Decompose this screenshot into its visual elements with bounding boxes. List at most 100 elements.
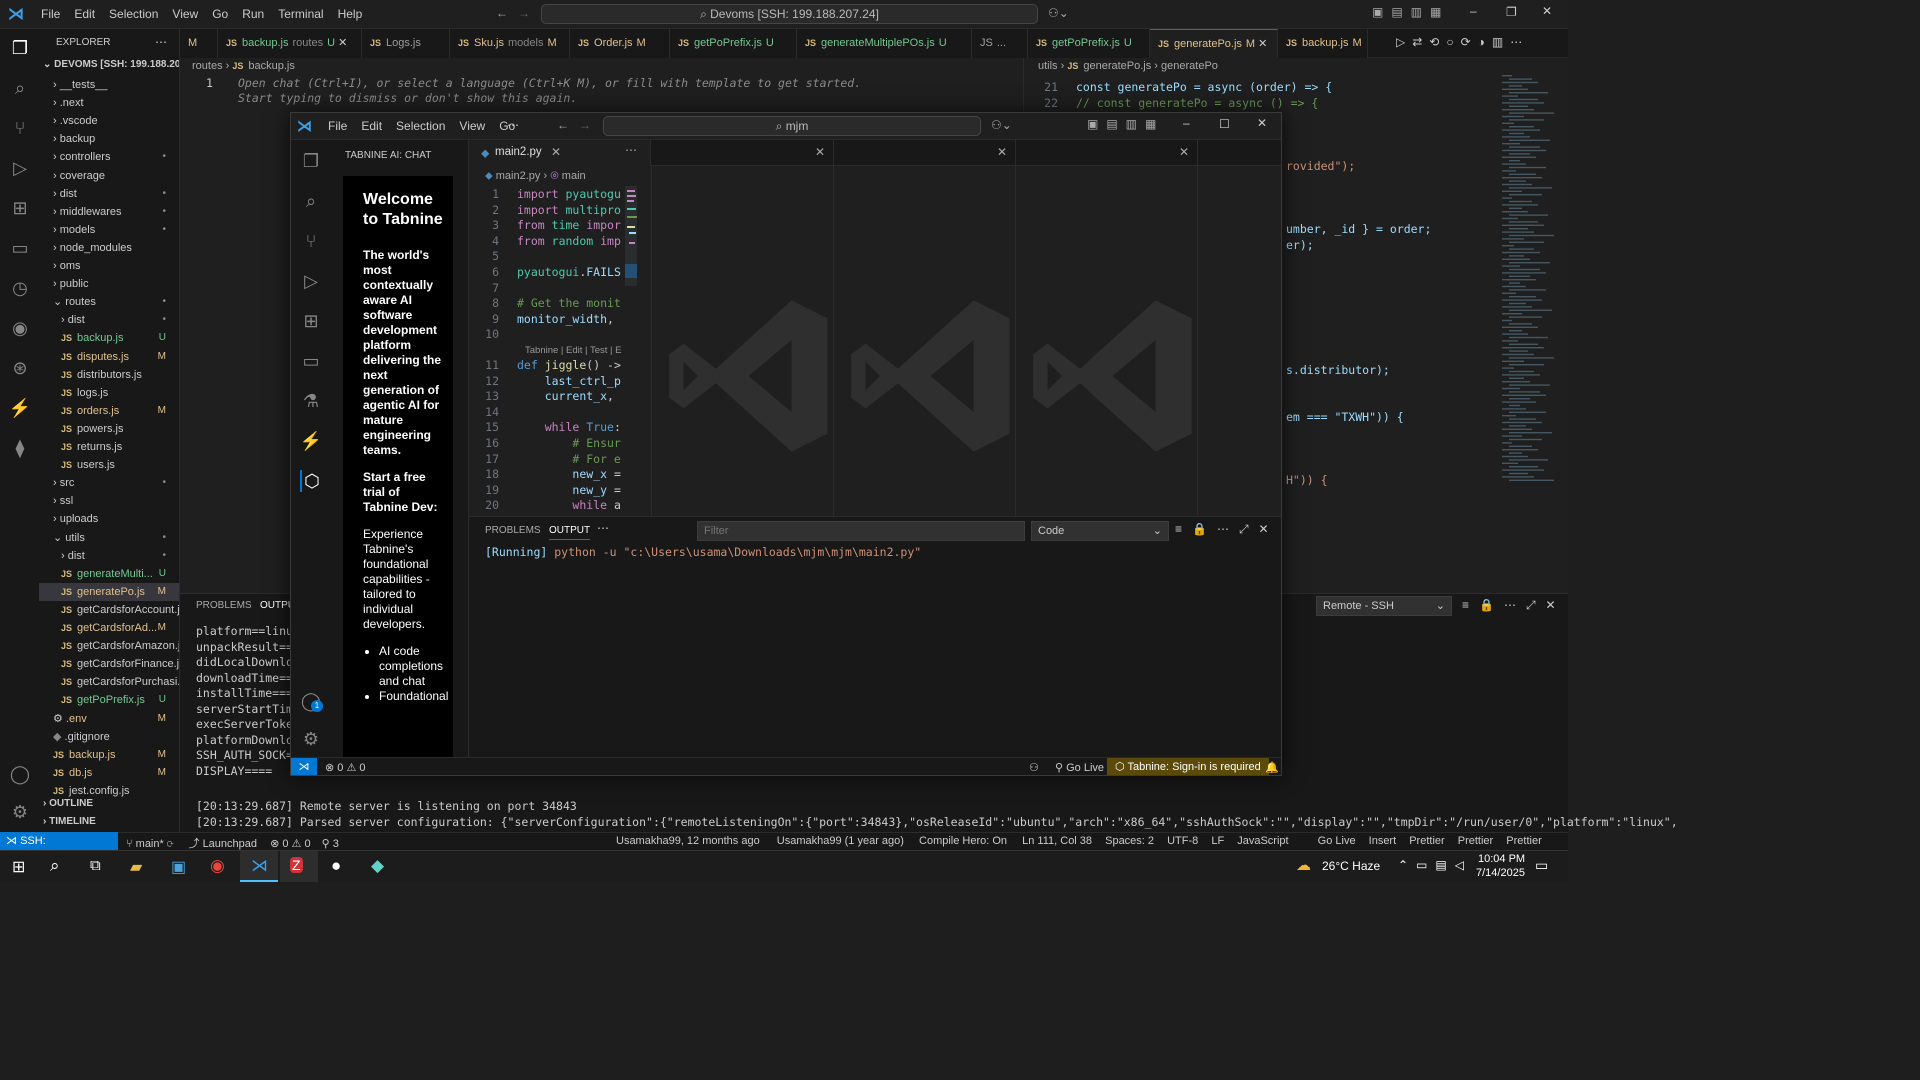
windows-start-icon[interactable]: ⊞ bbox=[12, 857, 25, 877]
language-mode[interactable]: JavaScript bbox=[1237, 835, 1288, 847]
search-icon[interactable]: ⌕ bbox=[300, 190, 322, 212]
settings-gear-icon[interactable]: ⚙ bbox=[300, 728, 322, 750]
output-channel-select[interactable]: Remote - SSH ⌄ bbox=[1316, 596, 1452, 616]
editor-tab[interactable]: JS getPoPrefix.js U bbox=[1028, 29, 1150, 58]
tree-item[interactable]: JS db.js M bbox=[39, 764, 179, 782]
tree-item[interactable]: › src • bbox=[39, 474, 179, 492]
codelens[interactable]: Tabnine | Edit | Test | E bbox=[469, 343, 621, 358]
close-tab-icon[interactable]: ✕ bbox=[335, 37, 347, 49]
command-center[interactable]: ⌕ Devoms [SSH: 199.188.207.24] bbox=[541, 4, 1038, 24]
compile-hero[interactable]: Compile Hero: On bbox=[919, 835, 1007, 847]
store-icon[interactable]: ▣ bbox=[171, 857, 186, 877]
tree-item[interactable]: › dist • bbox=[39, 185, 179, 203]
tree-item[interactable]: JS getCardsforFinance.js bbox=[39, 655, 179, 673]
git-blame[interactable]: Usamakha99, 12 months ago bbox=[616, 835, 760, 847]
editor-tab[interactable]: JS Logs.js bbox=[362, 29, 450, 58]
gitlens-icon[interactable]: ⊛ bbox=[9, 357, 31, 379]
tree-item[interactable]: JS getCardsforAccount.js bbox=[39, 601, 179, 619]
tree-item[interactable]: › __tests__ bbox=[39, 76, 179, 94]
nav-back-icon[interactable]: ← bbox=[557, 118, 569, 132]
copilot-status-icon[interactable]: ⚇ bbox=[1029, 761, 1039, 774]
encoding[interactable]: UTF-8 bbox=[1167, 835, 1198, 847]
tree-item[interactable]: JS backup.js U bbox=[39, 329, 179, 347]
search-icon[interactable]: ⌕ bbox=[9, 77, 31, 99]
menu-item[interactable]: Go bbox=[212, 7, 228, 21]
chrome-icon[interactable]: ◉ bbox=[210, 856, 225, 876]
more-actions-icon[interactable]: ⋯ bbox=[155, 35, 167, 49]
explorer-icon[interactable]: ❐ bbox=[300, 150, 322, 172]
workspace-root[interactable]: ⌄ DEVOMS [SSH: 199.188.20... bbox=[43, 59, 179, 70]
app-icon[interactable]: ◆ bbox=[371, 856, 384, 876]
remote-indicator[interactable]: ⋊ SSH: 199.188.207.24 bbox=[0, 832, 118, 865]
tree-item[interactable]: › oms bbox=[39, 257, 179, 275]
branch-indicator[interactable]: ⑂ main* ⟳ bbox=[126, 838, 173, 850]
nav-forward-icon[interactable]: → bbox=[518, 6, 530, 20]
menu-item[interactable]: File bbox=[41, 7, 60, 21]
python-icon[interactable]: ⧫ bbox=[9, 437, 31, 459]
layout-toggle-icons[interactable]: ▣▤▥▦ bbox=[1372, 5, 1449, 19]
close-tab-icon[interactable]: ✕ bbox=[1255, 38, 1267, 50]
insert-mode[interactable]: Insert bbox=[1369, 835, 1397, 847]
python-editor[interactable]: ⬥ main2.py › ⊚ main 1 import pyautogu 2 imp… bbox=[469, 166, 651, 516]
run-debug-icon[interactable]: ▷ bbox=[9, 157, 31, 179]
tab-problems[interactable]: PROBLEMS bbox=[485, 525, 541, 536]
tree-item[interactable]: JS backup.js M bbox=[39, 746, 179, 764]
indentation[interactable]: Spaces: 2 bbox=[1105, 835, 1154, 847]
remote-indicator[interactable]: ⋊ bbox=[291, 758, 317, 775]
eol[interactable]: LF bbox=[1211, 835, 1224, 847]
search-icon[interactable]: ⌕ bbox=[50, 856, 60, 876]
editor-tab[interactable]: JS... bbox=[972, 29, 1028, 58]
task-view-icon[interactable]: ⧉ bbox=[90, 857, 101, 874]
minimap[interactable] bbox=[625, 186, 637, 286]
tree-item[interactable]: JS logs.js bbox=[39, 384, 179, 402]
go-live[interactable]: Go Live bbox=[1318, 835, 1356, 847]
menu-item[interactable]: Run bbox=[242, 7, 264, 21]
go-live[interactable]: ⚲ Go Live bbox=[1055, 761, 1104, 774]
tree-item[interactable]: JS getCardsforAmazon.js bbox=[39, 637, 179, 655]
more-menu-icon[interactable]: ⋯ bbox=[507, 118, 519, 132]
launchpad-item[interactable]: ⤴ Launchpad bbox=[189, 838, 258, 850]
menu-item[interactable]: Help bbox=[338, 7, 363, 21]
tree-item[interactable]: › controllers • bbox=[39, 148, 179, 166]
tree-item[interactable]: JS getCardsforPurchasi... bbox=[39, 673, 179, 691]
app-icon[interactable]: ● bbox=[331, 856, 341, 876]
prettier-2[interactable]: Prettier bbox=[1458, 835, 1493, 847]
menu-item[interactable]: File bbox=[328, 119, 347, 133]
tree-item[interactable]: › ssl bbox=[39, 492, 179, 510]
tree-item[interactable]: ⌄ routes • bbox=[39, 293, 179, 311]
menu-item[interactable]: Selection bbox=[109, 7, 158, 21]
weather-text[interactable]: 26°C Haze bbox=[1322, 859, 1380, 873]
settings-gear-icon[interactable]: ⚙ bbox=[9, 801, 31, 823]
remote-explorer-icon[interactable]: ▭ bbox=[9, 237, 31, 259]
tabnine-icon[interactable]: ⬡ bbox=[300, 470, 322, 492]
tree-item[interactable]: ⚙ .env M bbox=[39, 710, 179, 728]
extensions-icon[interactable]: ⊞ bbox=[300, 310, 322, 332]
editor-tab[interactable]: JS generatePo.js M ✕ bbox=[1150, 29, 1278, 58]
ports-indicator[interactable]: ⚲ 3 bbox=[322, 838, 339, 850]
nav-forward-icon[interactable]: → bbox=[579, 118, 591, 132]
cursor-position[interactable]: Ln 111, Col 38 bbox=[1022, 835, 1092, 847]
menu-item[interactable]: Edit bbox=[361, 119, 382, 133]
menu-item[interactable]: View bbox=[172, 7, 198, 21]
tray-icons[interactable]: ⌃▭▤◁ bbox=[1398, 858, 1472, 872]
panel-actions-icons[interactable]: ≡🔒⋯⤢✕ bbox=[1175, 522, 1279, 537]
empty-editor-hint-2[interactable]: Start typing to dismiss or don't show th… bbox=[238, 91, 577, 105]
output-channel-select[interactable]: Code ⌄ bbox=[1031, 521, 1169, 541]
remote-explorer-icon[interactable]: ▭ bbox=[300, 350, 322, 372]
menu-bar[interactable]: File Edit Selection View Go Run Terminal Help bbox=[34, 7, 369, 21]
menu-item[interactable]: Edit bbox=[74, 7, 95, 21]
tree-item[interactable]: JS getCardsforAd... M bbox=[39, 619, 179, 637]
menu-item[interactable]: View bbox=[459, 119, 485, 133]
editor-tab[interactable]: JS getPoPrefix.js U bbox=[670, 29, 797, 58]
git-blame-2[interactable]: Usamakha99 (1 year ago) bbox=[777, 835, 904, 847]
more-actions-icon[interactable]: ⋯ bbox=[625, 143, 637, 157]
timeline-icon[interactable]: ◷ bbox=[9, 277, 31, 299]
problems-indicator[interactable]: ⊗ 0 ⚠ 0 bbox=[325, 761, 366, 774]
minimize-button[interactable]: – bbox=[1470, 4, 1477, 18]
lightning-icon[interactable]: ⚡ bbox=[9, 397, 31, 419]
outline-section[interactable]: › OUTLINE bbox=[43, 798, 93, 809]
tab-problems[interactable]: PROBLEMS bbox=[196, 600, 252, 611]
maximize-button[interactable]: ☐ bbox=[1219, 117, 1230, 131]
breadcrumb[interactable]: ⬥ main2.py › ⊚ main bbox=[485, 170, 586, 183]
tree-item[interactable]: › dist • bbox=[39, 311, 179, 329]
